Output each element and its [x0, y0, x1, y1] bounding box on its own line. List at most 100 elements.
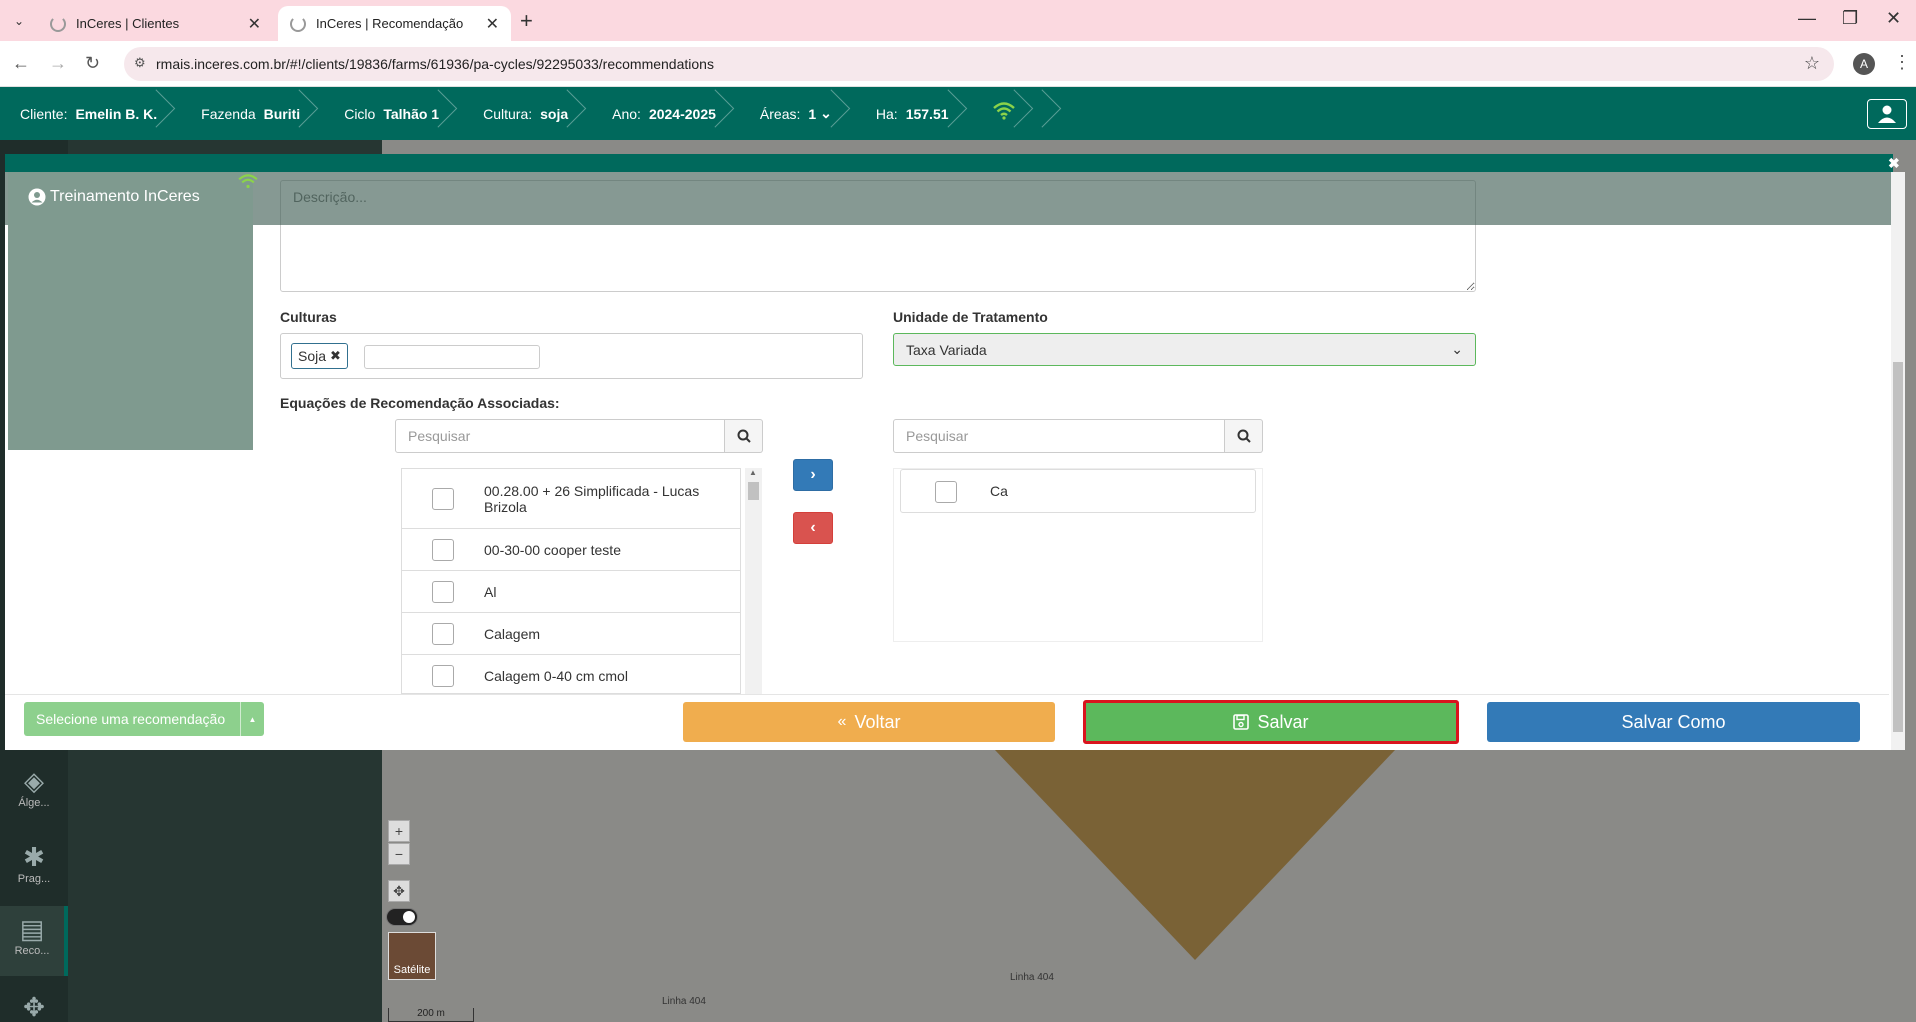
- back-icon[interactable]: ←: [12, 53, 30, 74]
- item-checkbox[interactable]: [432, 580, 454, 603]
- crumb-label: Ano:: [612, 105, 641, 122]
- chevron-down-icon[interactable]: ⌄: [820, 105, 832, 122]
- voltar-label: Voltar: [854, 711, 901, 732]
- tab-search-chevron-icon[interactable]: ⌄: [8, 10, 30, 32]
- unidade-tratamento-select[interactable]: Taxa Variada ⌄: [893, 333, 1476, 366]
- browser-tab-recomendacao[interactable]: InCeres | Recomendação ✕: [278, 6, 511, 41]
- zoom-out-icon[interactable]: −: [388, 843, 410, 865]
- search-right-input[interactable]: Pesquisar: [893, 419, 1225, 453]
- tab-title: InCeres | Clientes: [76, 16, 180, 31]
- salvar-label: Salvar: [1257, 711, 1309, 732]
- recommendation-select-button[interactable]: Selecione uma recomendação ▲: [24, 702, 264, 736]
- minimize-icon[interactable]: —: [1798, 8, 1816, 29]
- browser-tab-clientes[interactable]: InCeres | Clientes ✕: [38, 6, 273, 41]
- culturas-field[interactable]: Soja ✖: [280, 333, 863, 379]
- crumb-label: Ciclo: [344, 105, 376, 122]
- reload-icon[interactable]: ↻: [85, 53, 100, 74]
- item-checkbox[interactable]: [432, 538, 454, 561]
- scroll-thumb[interactable]: [748, 482, 759, 500]
- tab-title: InCeres | Recomendação: [316, 16, 464, 31]
- address-bar[interactable]: ⚙ rmais.inceres.com.br/#!/clients/19836/…: [124, 47, 1834, 81]
- window-close-icon[interactable]: ✕: [1886, 8, 1901, 29]
- item-checkbox[interactable]: [935, 481, 957, 503]
- satellite-layer-button[interactable]: Satélite: [388, 932, 436, 980]
- site-settings-icon[interactable]: ⚙: [134, 55, 146, 71]
- search-left-input[interactable]: Pesquisar: [395, 419, 725, 453]
- crumb-ciclo[interactable]: Ciclo Talhão 1: [324, 87, 463, 140]
- sidebar-item-pragas[interactable]: ✱ Prag...: [0, 834, 68, 904]
- move-left-button[interactable]: ‹: [793, 512, 833, 544]
- sidebar-item-more[interactable]: ✥: [0, 984, 68, 1022]
- user-circle-icon: [28, 188, 46, 206]
- item-label: Ca: [990, 483, 1008, 499]
- scroll-up-icon[interactable]: ▲: [749, 468, 757, 477]
- remove-tag-icon[interactable]: ✖: [330, 348, 341, 364]
- browser-toolbar: ← → ↻ ⚙ rmais.inceres.com.br/#!/clients/…: [0, 41, 1916, 87]
- close-tab-icon[interactable]: ✕: [486, 14, 499, 34]
- browser-tabbar: ⌄ InCeres | Clientes ✕ InCeres | Recomen…: [0, 0, 1916, 41]
- user-menu-button[interactable]: [1867, 99, 1907, 129]
- search-left-button[interactable]: [725, 419, 763, 453]
- field-polygon[interactable]: [995, 750, 1395, 960]
- layers-icon: ◈: [24, 766, 44, 796]
- user-card: Treinamento InCeres: [8, 172, 258, 450]
- sidebar-item-algebra[interactable]: ◈ Álge...: [0, 758, 68, 828]
- available-equations-list[interactable]: 00.28.00 + 26 Simplificada - Lucas Brizo…: [401, 468, 741, 694]
- road-label: Linha 404: [662, 996, 706, 1007]
- list-scrollbar[interactable]: ▲: [745, 468, 762, 694]
- item-label: Calagem: [484, 625, 541, 642]
- crumb-end: [1039, 87, 1067, 140]
- list-item[interactable]: Calagem 0-40 cm cmol: [402, 655, 740, 693]
- sidebar-item-label: Álge...: [18, 797, 50, 809]
- crumb-cultura[interactable]: Cultura: soja: [463, 87, 592, 140]
- culture-tag: Soja ✖: [291, 343, 348, 369]
- associated-equations-list[interactable]: Ca: [893, 468, 1263, 642]
- list-item[interactable]: Al: [402, 571, 740, 613]
- item-label: Calagem 0-40 cm cmol: [484, 667, 628, 684]
- salvar-button[interactable]: Salvar: [1083, 700, 1459, 744]
- chevron-left-icon: ‹: [810, 519, 816, 536]
- crumb-fazenda[interactable]: Fazenda Buriti: [181, 87, 324, 140]
- crumb-cliente[interactable]: Cliente: Emelin B. K.: [0, 87, 181, 140]
- crumb-areas[interactable]: Áreas: 1 ⌄: [740, 87, 856, 140]
- culturas-input[interactable]: [364, 345, 540, 369]
- crumb-ano[interactable]: Ano: 2024-2025: [592, 87, 740, 140]
- list-item[interactable]: 00-30-00 cooper teste: [402, 529, 740, 571]
- chevron-right-icon: ›: [810, 466, 816, 483]
- bookmark-star-icon[interactable]: ☆: [1804, 53, 1820, 74]
- list-item[interactable]: Ca: [900, 469, 1256, 513]
- chevron-down-icon: ⌄: [1451, 341, 1463, 357]
- restore-icon[interactable]: ❐: [1842, 8, 1858, 29]
- crumb-label: Cliente:: [20, 105, 68, 122]
- layer-toggle[interactable]: [386, 908, 418, 926]
- crumb-value: Buriti: [263, 105, 301, 122]
- sidebar-item-label: Reco...: [14, 945, 50, 957]
- modal-scrollbar[interactable]: [1891, 172, 1905, 750]
- new-tab-icon[interactable]: +: [520, 8, 533, 34]
- browser-menu-icon[interactable]: ⋮: [1893, 52, 1911, 73]
- list-item[interactable]: Calagem: [402, 613, 740, 655]
- close-tab-icon[interactable]: ✕: [248, 14, 261, 34]
- sidebar-item-recomendacao[interactable]: ▤ Reco...: [0, 906, 68, 976]
- search-right-button[interactable]: [1225, 419, 1263, 453]
- scroll-thumb[interactable]: [1893, 362, 1903, 732]
- salvar-como-button[interactable]: Salvar Como: [1487, 702, 1860, 742]
- loading-spinner-icon: [290, 16, 306, 32]
- forward-icon[interactable]: →: [49, 53, 67, 74]
- loading-spinner-icon: [50, 16, 66, 32]
- item-checkbox[interactable]: [432, 487, 454, 510]
- list-item[interactable]: 00.28.00 + 26 Simplificada - Lucas Brizo…: [402, 469, 740, 529]
- clipboard-icon: ▤: [19, 914, 45, 944]
- item-checkbox[interactable]: [432, 622, 454, 645]
- move-icon[interactable]: ✥: [388, 880, 410, 902]
- bug-icon: ✱: [23, 842, 45, 872]
- save-icon: [1233, 714, 1250, 730]
- move-right-button[interactable]: ›: [793, 459, 833, 491]
- profile-avatar[interactable]: A: [1853, 53, 1875, 75]
- modal-close-icon[interactable]: ✖: [1888, 155, 1900, 172]
- item-checkbox[interactable]: [432, 664, 454, 687]
- voltar-button[interactable]: « Voltar: [683, 702, 1055, 742]
- caret-down-icon[interactable]: ▲: [240, 702, 264, 736]
- zoom-in-icon[interactable]: +: [388, 820, 410, 842]
- sidebar-item-label: Prag...: [17, 873, 51, 885]
